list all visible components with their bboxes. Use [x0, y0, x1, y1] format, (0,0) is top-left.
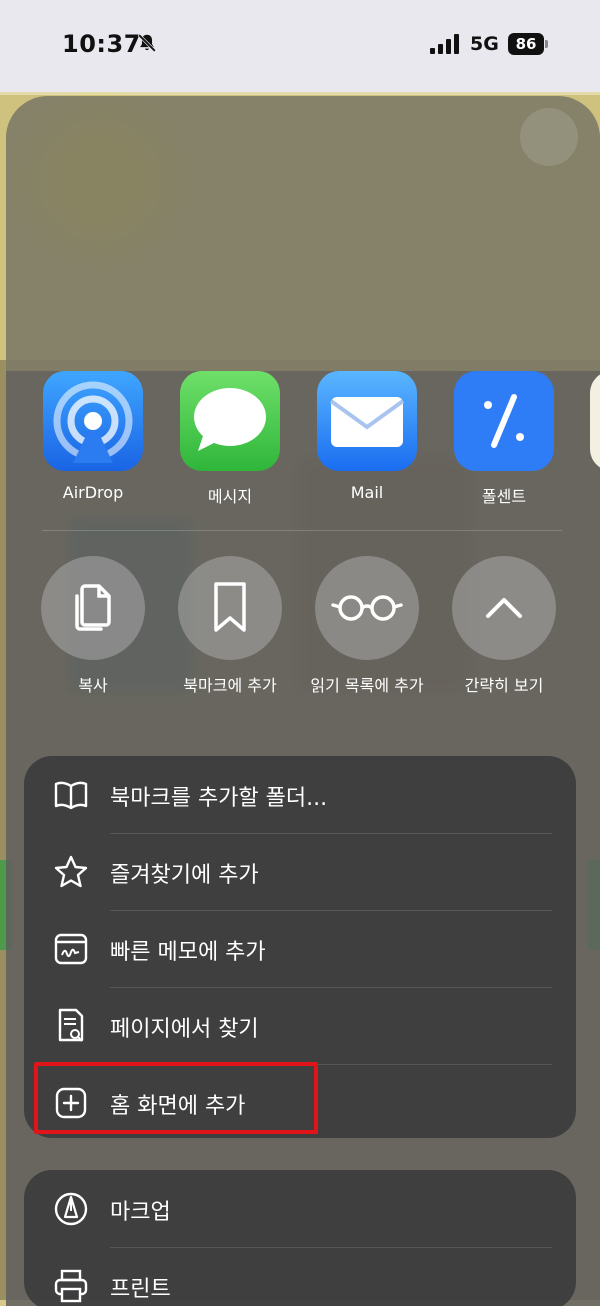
menu-label: 빠른 메모에 추가 — [110, 940, 266, 965]
share-app-polsent[interactable]: 폴센트 — [449, 371, 559, 507]
find-in-page-icon — [58, 1008, 84, 1042]
quick-action-row: 복사 북마크에 추가 읽기 목록에 추가 간략히 보기 — [6, 556, 600, 696]
highlight-annotation-box — [34, 1062, 318, 1134]
status-time: 10:37 — [62, 30, 141, 58]
menu-item-find-on-page[interactable]: 페이지에서 찾기 — [24, 987, 576, 1064]
partial-app-icon[interactable] — [590, 371, 600, 471]
menu-item-markup[interactable]: 마크업 — [24, 1170, 576, 1247]
add-bookmark-button[interactable]: 북마크에 추가 — [170, 556, 290, 696]
action-circle — [41, 556, 145, 660]
book-icon — [54, 781, 88, 810]
copy-icon — [75, 584, 111, 631]
star-icon — [54, 855, 88, 888]
menu-label: 즐겨찾기에 추가 — [110, 863, 259, 888]
network-type: 5G — [470, 33, 499, 55]
menu-label: 마크업 — [110, 1200, 171, 1225]
menu-label: 페이지에서 찾기 — [110, 1017, 259, 1042]
divider — [42, 530, 562, 531]
bookmark-icon — [214, 582, 246, 632]
share-app-airdrop[interactable]: AirDrop — [38, 371, 148, 502]
action-label: 간략히 보기 — [464, 676, 544, 695]
action-circle — [178, 556, 282, 660]
battery-tip — [545, 40, 548, 48]
battery-level: 86 — [508, 33, 544, 55]
menu-item-print[interactable]: 프린트 — [24, 1247, 576, 1306]
add-reading-list-button[interactable]: 읽기 목록에 추가 — [307, 556, 427, 696]
share-app-row: AirDrop 메시지 Mail 폴센트 — [6, 371, 600, 521]
signal-bars-icon — [430, 34, 459, 54]
chevron-up-icon — [486, 598, 522, 618]
app-label: Mail — [350, 483, 384, 502]
app-label: 메시지 — [207, 487, 253, 506]
airdrop-icon — [43, 371, 143, 471]
copy-button[interactable]: 복사 — [33, 556, 153, 696]
markup-icon — [54, 1192, 88, 1226]
status-bar: 10:37 5G 86 — [0, 0, 600, 92]
share-app-mail[interactable]: Mail — [312, 371, 422, 502]
mail-icon — [317, 371, 417, 471]
action-circle — [452, 556, 556, 660]
share-app-messages[interactable]: 메시지 — [175, 371, 285, 507]
menu-item-bookmark-folder[interactable]: 북마크를 추가할 폴더... — [24, 756, 576, 833]
bell-off-icon — [137, 33, 157, 53]
quick-note-icon — [54, 933, 88, 965]
menu-label: 프린트 — [110, 1277, 171, 1302]
app-label: 폴센트 — [481, 487, 527, 506]
menu-label: 북마크를 추가할 폴더... — [110, 786, 328, 811]
printer-icon — [54, 1269, 88, 1303]
menu-group-more: 마크업 프린트 — [24, 1170, 576, 1306]
menu-item-add-favorites[interactable]: 즐겨찾기에 추가 — [24, 833, 576, 910]
messages-icon — [180, 371, 280, 471]
action-label: 북마크에 추가 — [183, 676, 277, 695]
app-label: AirDrop — [62, 483, 124, 502]
menu-item-quick-note[interactable]: 빠른 메모에 추가 — [24, 910, 576, 987]
glasses-icon — [331, 595, 403, 621]
close-button[interactable] — [520, 108, 578, 166]
page-preview — [6, 96, 600, 371]
show-less-button[interactable]: 간략히 보기 — [444, 556, 564, 696]
action-label: 복사 — [78, 676, 108, 695]
action-label: 읽기 목록에 추가 — [310, 676, 424, 695]
action-circle — [315, 556, 419, 660]
percent-icon — [454, 371, 554, 471]
